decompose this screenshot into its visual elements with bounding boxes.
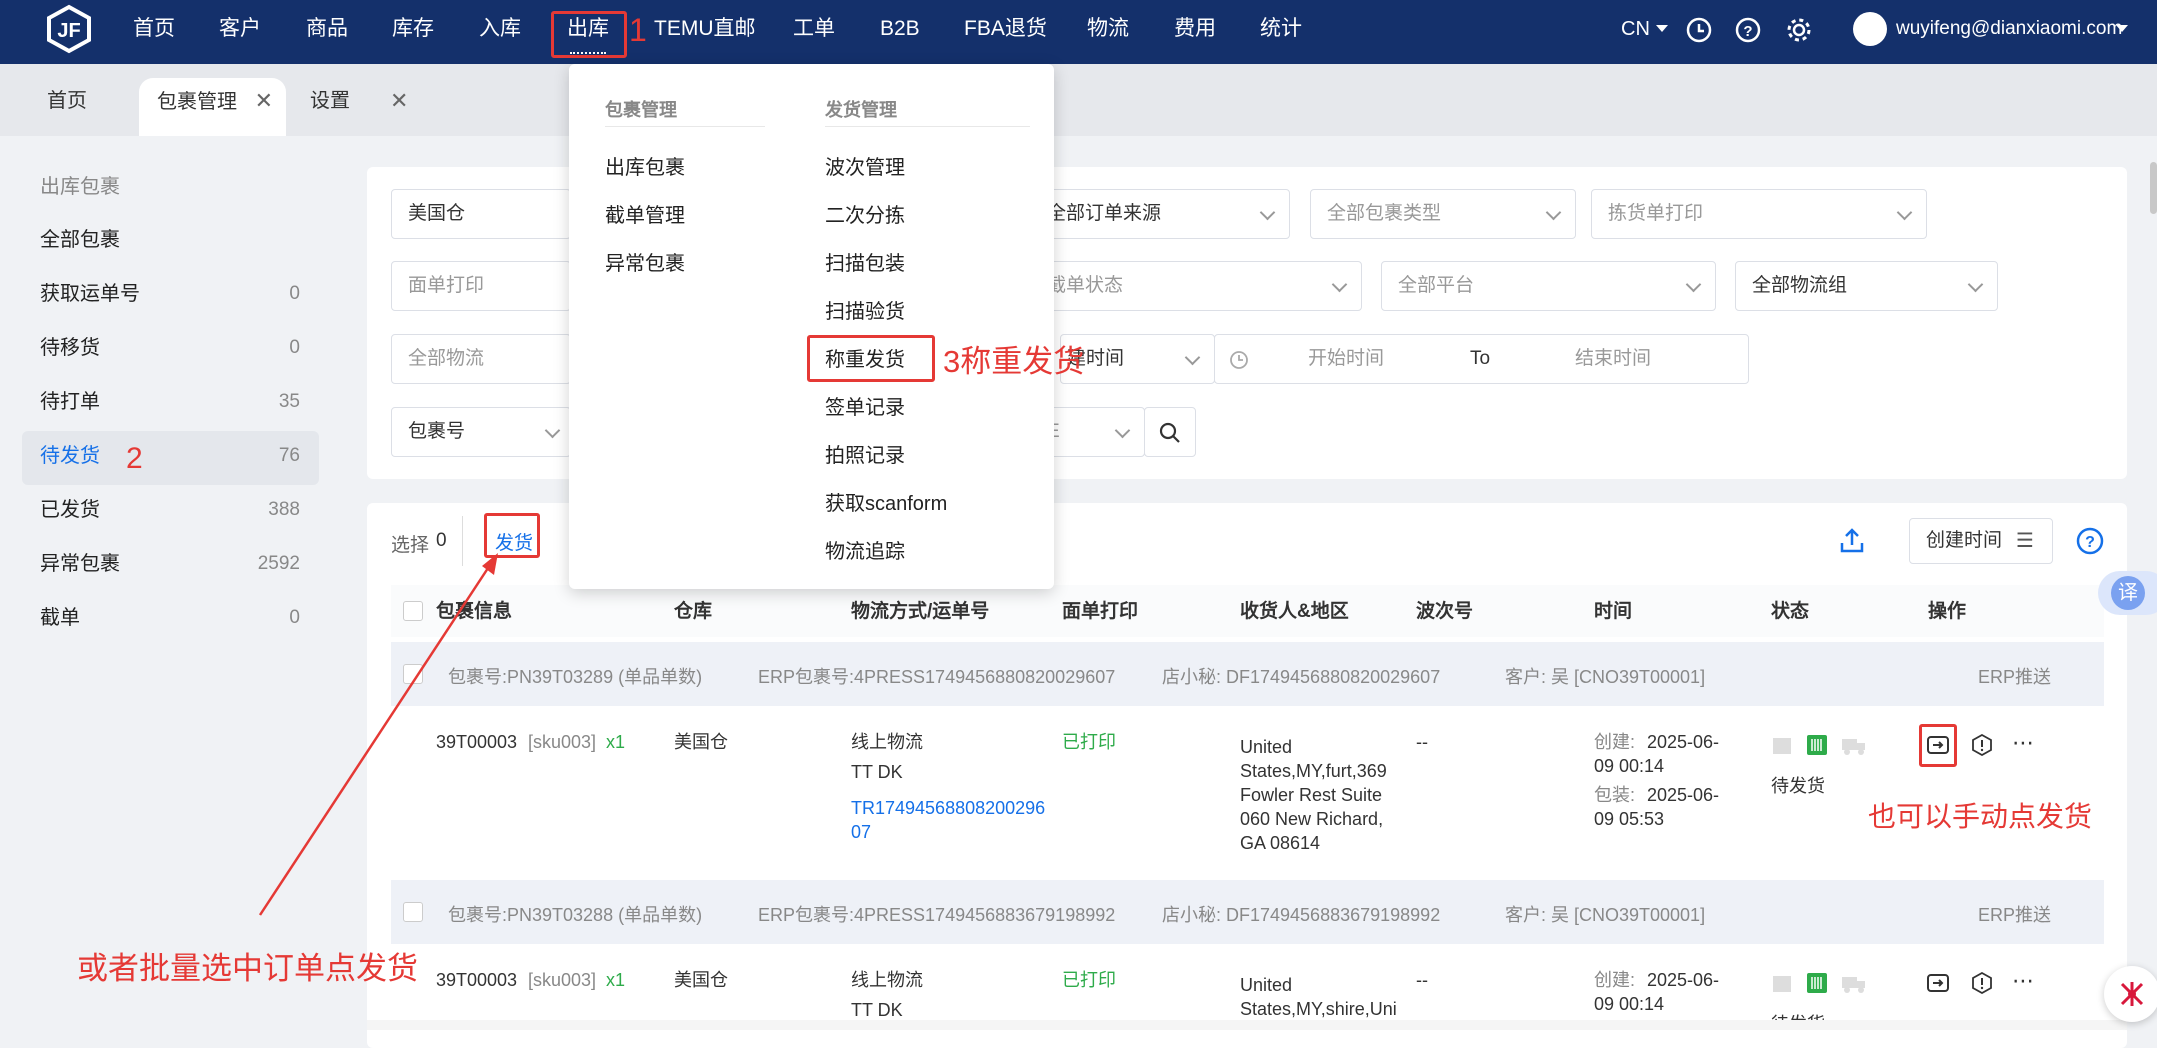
annotation-arrow (258, 553, 498, 916)
annotation-batch-ship: 或者批量选中订单点发货 (77, 951, 418, 986)
assistant-widget[interactable] (2104, 966, 2157, 1022)
network-icon (2120, 982, 2144, 1006)
translate-icon[interactable]: 译 (2111, 576, 2145, 610)
